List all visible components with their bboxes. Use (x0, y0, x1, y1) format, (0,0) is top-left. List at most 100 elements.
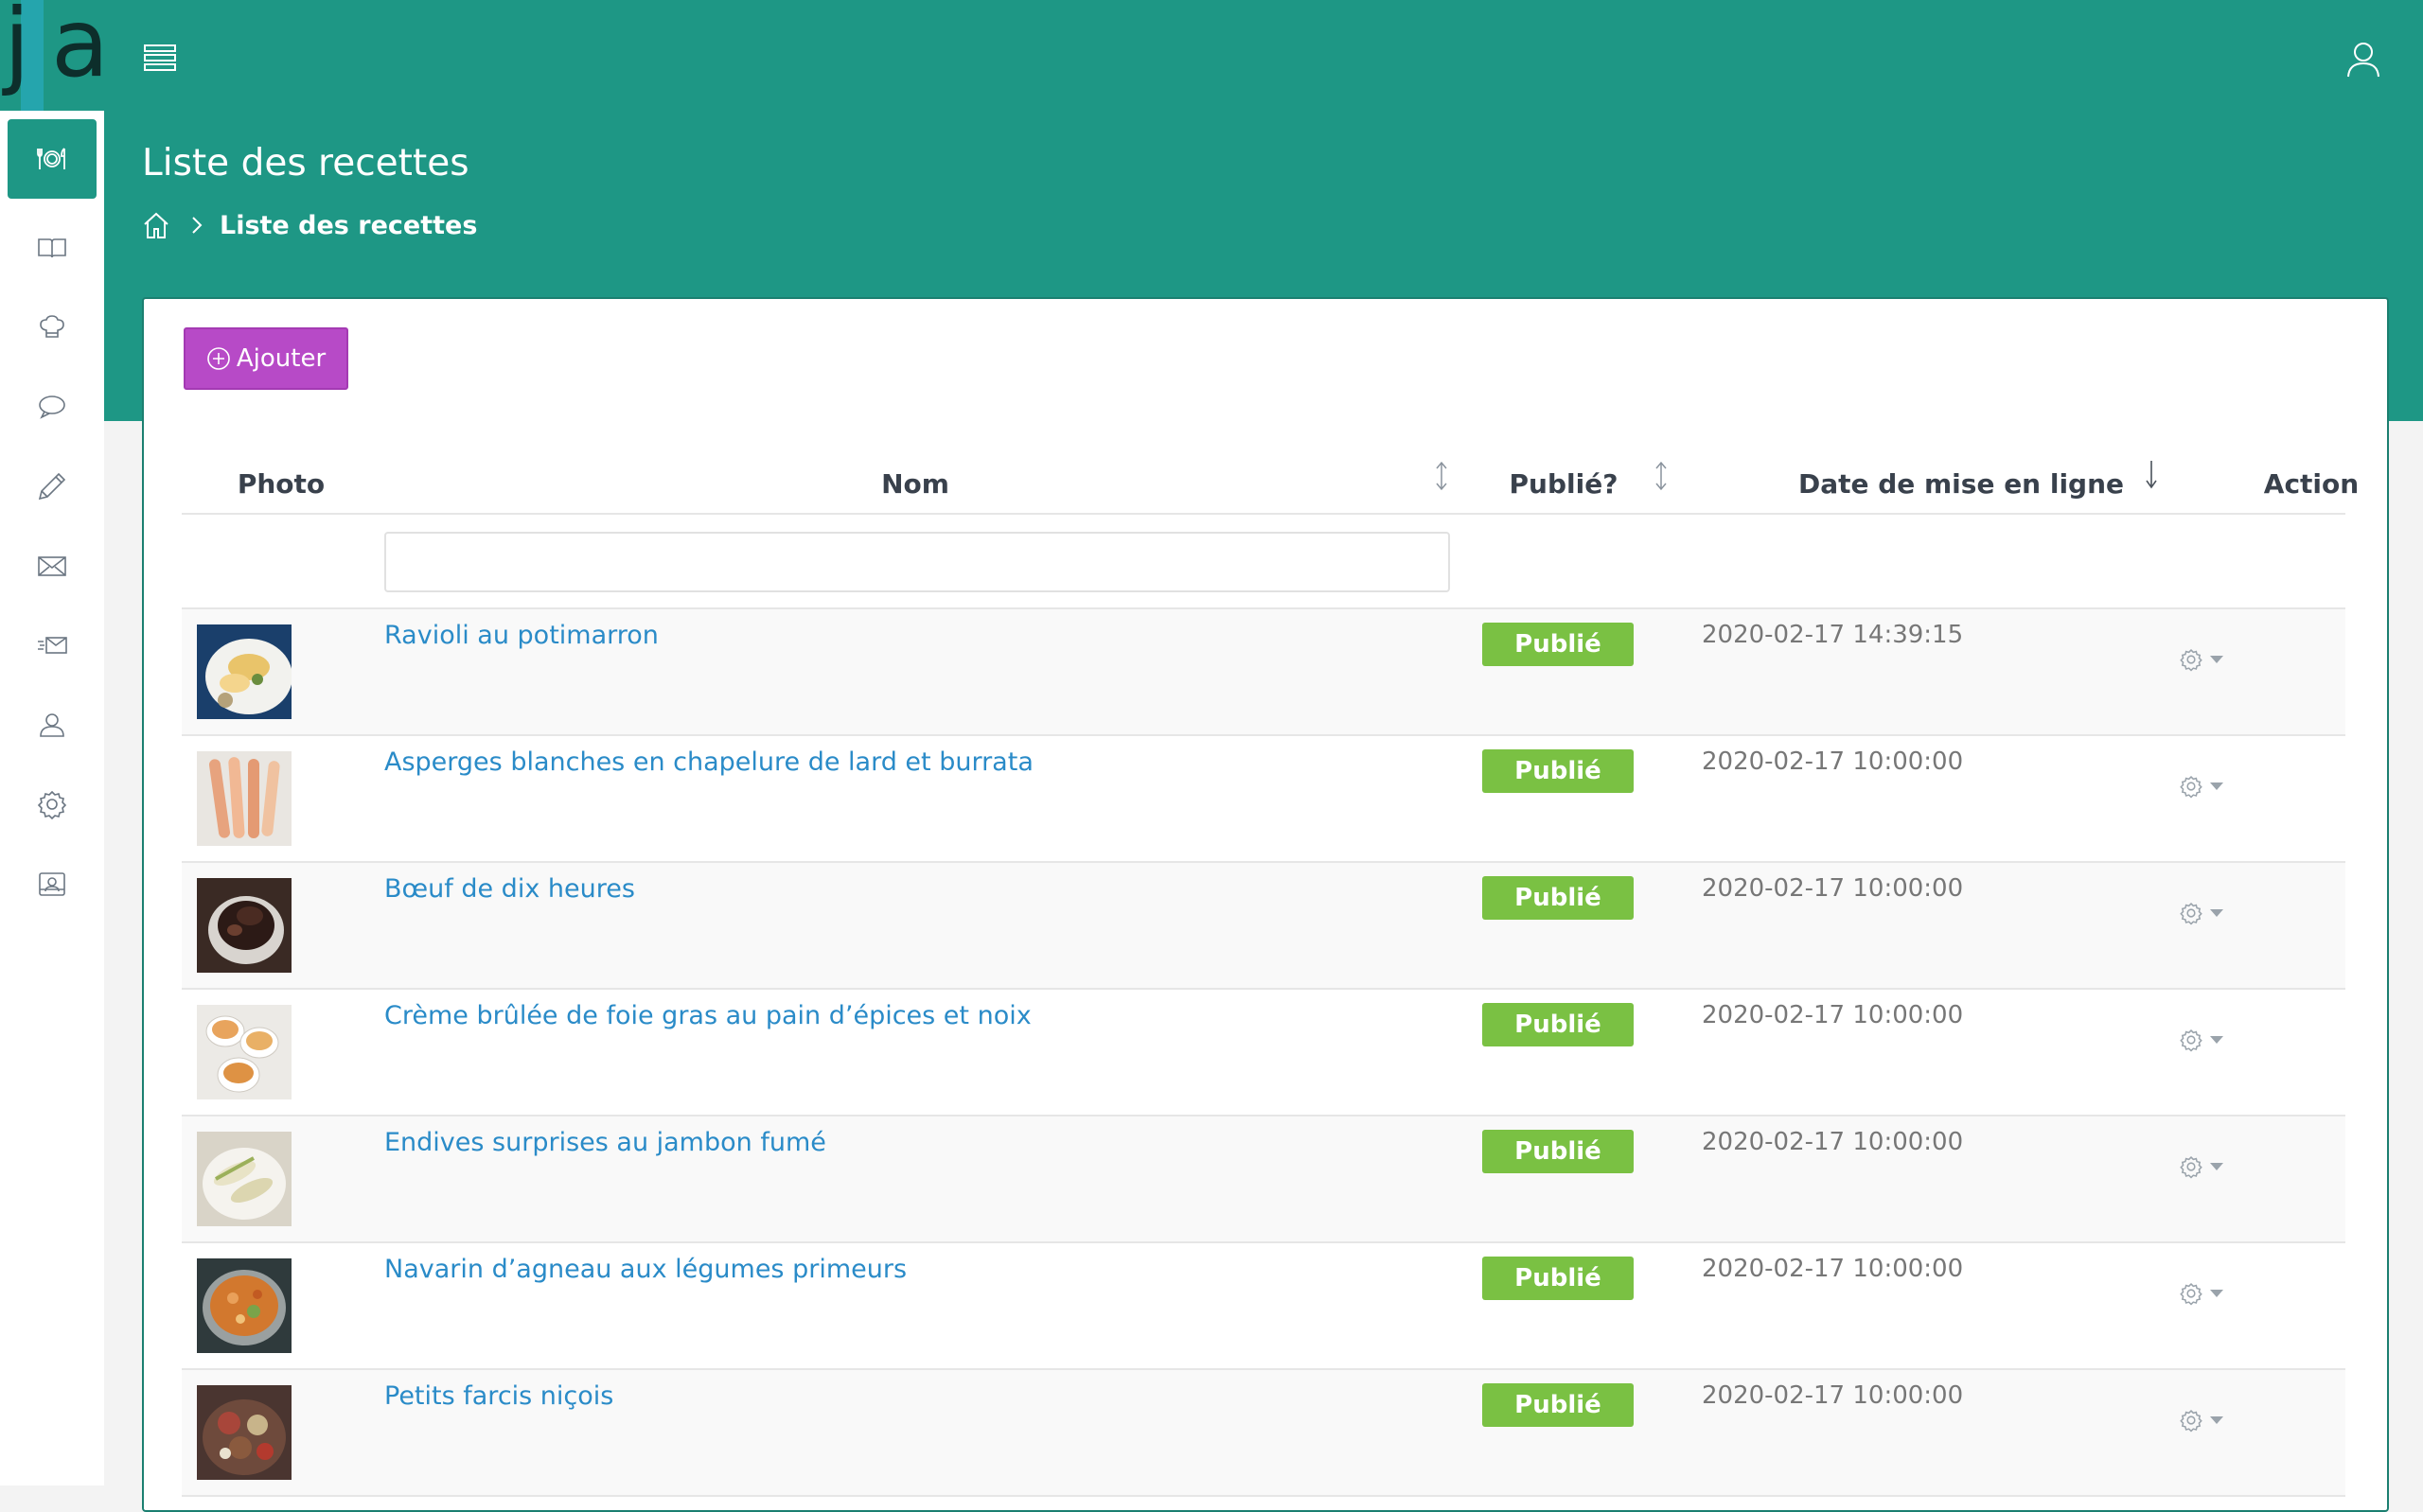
gear-icon (2180, 1282, 2202, 1306)
recipe-name-link[interactable]: Endives surprises au jambon fumé (384, 1128, 826, 1157)
gear-icon (2180, 902, 2202, 925)
recipe-photo[interactable] (197, 878, 292, 973)
status-badge: Publié (1482, 623, 1634, 666)
row-action-menu[interactable] (2179, 645, 2230, 674)
sort-both-icon[interactable] (1433, 460, 1450, 492)
column-header-name[interactable]: Nom (380, 466, 1450, 503)
table-row: Bœuf de dix heures Publié 2020-02-17 10:… (182, 863, 2345, 990)
table-row: Asperges blanches en chapelure de lard e… (182, 736, 2345, 863)
sort-descending-icon[interactable] (2143, 458, 2160, 490)
publish-date: 2020-02-17 14:39:15 (1702, 621, 1964, 649)
comment-icon (39, 396, 65, 419)
logo-letter-a: a (51, 0, 104, 98)
publish-date: 2020-02-17 10:00:00 (1702, 1128, 1964, 1156)
book-icon (38, 238, 66, 258)
publish-date: 2020-02-17 10:00:00 (1702, 1001, 1964, 1029)
home-icon[interactable] (142, 210, 170, 240)
add-button-label: Ajouter (236, 344, 327, 373)
column-header-published[interactable]: Publié? (1450, 466, 1677, 503)
dining-icon (37, 148, 65, 169)
sidebar: j a (0, 0, 104, 1486)
name-filter-input[interactable] (384, 532, 1450, 592)
profile-card-icon (39, 872, 65, 896)
recipe-photo[interactable] (197, 1258, 292, 1353)
gear-icon (37, 790, 67, 820)
gear-icon (2180, 1155, 2202, 1179)
recipe-name-link[interactable]: Ravioli au potimarron (384, 621, 659, 650)
chevron-right-icon (192, 217, 203, 234)
status-badge: Publié (1482, 1383, 1634, 1427)
table-row: Petits farcis niçois Publié 2020-02-17 1… (182, 1370, 2345, 1497)
publish-date: 2020-02-17 10:00:00 (1702, 874, 1964, 903)
recipe-name-link[interactable]: Navarin d’agneau aux légumes primeurs (384, 1255, 907, 1284)
gear-icon (2180, 1029, 2202, 1052)
status-badge: Publié (1482, 1130, 1634, 1173)
recipe-name-link[interactable]: Crème brûlée de foie gras au pain d’épic… (384, 1001, 1032, 1030)
recipe-name-link[interactable]: Asperges blanches en chapelure de lard e… (384, 747, 1034, 777)
sort-both-icon[interactable] (1653, 460, 1670, 492)
row-action-menu[interactable] (2179, 772, 2230, 800)
logo-letter-j: j (4, 0, 30, 98)
row-action-menu[interactable] (2179, 1279, 2230, 1308)
column-header-action: Action (2263, 468, 2360, 500)
sidebar-item-newsletter[interactable] (8, 606, 97, 685)
sidebar-item-settings[interactable] (8, 765, 97, 844)
caret-down-icon (2210, 1036, 2223, 1044)
publish-date: 2020-02-17 10:00:00 (1702, 747, 1964, 776)
recipe-photo[interactable] (197, 751, 292, 846)
gear-icon (2180, 648, 2202, 672)
caret-down-icon (2210, 1416, 2223, 1424)
gear-icon (2180, 775, 2202, 799)
status-badge: Publié (1482, 1003, 1634, 1046)
recipe-name-link[interactable]: Petits farcis niçois (384, 1381, 613, 1411)
publish-date: 2020-02-17 10:00:00 (1702, 1255, 1964, 1283)
plus-circle-icon (207, 347, 230, 370)
column-header-photo: Photo (237, 468, 326, 500)
page-title: Liste des recettes (142, 142, 469, 185)
pencil-icon (38, 472, 66, 501)
publish-date: 2020-02-17 10:00:00 (1702, 1381, 1964, 1410)
sidebar-item-users[interactable] (8, 685, 97, 765)
breadcrumb-current: Liste des recettes (220, 210, 478, 240)
recipe-photo[interactable] (197, 1385, 292, 1480)
caret-down-icon (2210, 909, 2223, 917)
add-button[interactable]: Ajouter (184, 327, 348, 390)
status-badge: Publié (1482, 876, 1634, 920)
row-action-menu[interactable] (2179, 1406, 2230, 1434)
chef-hat-icon (40, 315, 64, 338)
recipe-photo[interactable] (197, 624, 292, 719)
mail-icon (38, 556, 66, 576)
sidebar-item-chef[interactable] (8, 288, 97, 367)
column-header-date[interactable]: Date de mise en ligne (1715, 466, 2207, 503)
table-row: Navarin d’agneau aux légumes primeurs Pu… (182, 1243, 2345, 1370)
sidebar-item-comments[interactable] (8, 367, 97, 447)
row-action-menu[interactable] (2179, 1026, 2230, 1054)
caret-down-icon (2210, 1290, 2223, 1297)
table-row: Ravioli au potimarron Publié 2020-02-17 … (182, 609, 2345, 736)
recipe-name-link[interactable]: Bœuf de dix heures (384, 874, 635, 904)
table-row: Crème brûlée de foie gras au pain d’épic… (182, 990, 2345, 1116)
users-icon (40, 713, 64, 737)
caret-down-icon (2210, 782, 2223, 790)
table-body: Ravioli au potimarron Publié 2020-02-17 … (182, 609, 2345, 1497)
sidebar-item-edit[interactable] (8, 447, 97, 526)
sidebar-item-mail[interactable] (8, 526, 97, 606)
list-icon[interactable] (142, 41, 178, 75)
status-badge: Publié (1482, 1257, 1634, 1300)
breadcrumb: Liste des recettes (142, 206, 477, 244)
row-action-menu[interactable] (2179, 1152, 2230, 1181)
table-row: Endives surprises au jambon fumé Publié … (182, 1116, 2345, 1243)
status-badge: Publié (1482, 749, 1634, 793)
row-action-menu[interactable] (2179, 899, 2230, 927)
recipe-photo[interactable] (197, 1132, 292, 1226)
user-icon[interactable] (2345, 39, 2381, 79)
caret-down-icon (2210, 1163, 2223, 1170)
gear-icon (2180, 1409, 2202, 1433)
recipe-photo[interactable] (197, 1005, 292, 1099)
sidebar-item-recipes[interactable] (8, 119, 97, 199)
sidebar-item-profile[interactable] (8, 844, 97, 923)
logo[interactable]: j a (0, 0, 104, 111)
caret-down-icon (2210, 656, 2223, 663)
recipes-card: Ajouter Photo Nom Publié? Date de mise e… (142, 297, 2389, 1512)
sidebar-item-book[interactable] (8, 208, 97, 288)
